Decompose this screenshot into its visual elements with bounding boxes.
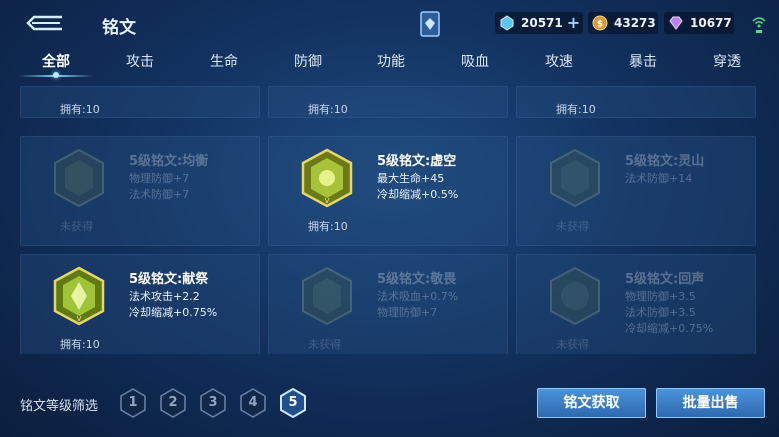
tab-attack-speed[interactable]: 攻速 — [529, 50, 589, 76]
rune-name: 5级铭文:灵山 — [625, 154, 705, 169]
rune-grid[interactable]: 拥有:10 拥有:10 拥有:10 5级铭文:均衡 物理防御+7 法术防御+7 … — [0, 86, 779, 354]
category-tabs: 全部 攻击 生命 防御 功能 吸血 攻速 暴击 穿透 — [0, 50, 779, 80]
owned-count: 拥有:10 — [308, 103, 348, 116]
back-arrow-icon — [26, 15, 62, 31]
rune-attribute: 最大生命+45 — [377, 172, 445, 185]
level-filter-3[interactable]: 3 — [200, 388, 226, 418]
rune-emblem-icon — [550, 266, 600, 326]
rune-card-partial[interactable]: 拥有:10 — [268, 86, 508, 118]
level-filter-4[interactable]: 4 — [240, 388, 266, 418]
rune-emblem-icon — [302, 266, 352, 326]
rune-attribute: 物理防御+7 — [377, 306, 438, 319]
rune-attribute: 冷却缩减+0.75% — [625, 322, 714, 335]
owned-count: 拥有:10 — [308, 220, 348, 233]
gold-currency: $ 43273 — [588, 12, 658, 34]
level-number: 3 — [208, 395, 218, 410]
rune-name: 5级铭文:均衡 — [129, 154, 209, 169]
rune-emblem-icon: V — [301, 148, 353, 208]
tab-penetration[interactable]: 穿透 — [697, 50, 757, 76]
wifi-signal-icon — [751, 14, 767, 34]
gem-currency: 20571 + — [495, 12, 583, 34]
not-obtained-label: 未获得 — [556, 338, 589, 351]
page-title: 铭文 — [102, 18, 136, 38]
rune-name: 5级铭文:献祭 — [129, 272, 209, 287]
top-bar: 铭文 20571 + $ 43273 10677 — [0, 0, 779, 48]
coupon-amount: 10677 — [690, 16, 732, 30]
tab-lifesteal[interactable]: 吸血 — [445, 50, 505, 76]
svg-text:V: V — [77, 315, 82, 323]
tab-utility[interactable]: 功能 — [361, 50, 421, 76]
rune-card-partial[interactable]: 拥有:10 — [20, 86, 260, 118]
gold-amount: 43273 — [614, 16, 656, 30]
rune-attribute: 法术防御+14 — [625, 172, 693, 185]
rune-name: 5级铭文:回声 — [625, 272, 705, 287]
owned-count: 拥有:10 — [60, 338, 100, 351]
gem-icon — [500, 15, 514, 31]
rune-name: 5级铭文:虚空 — [377, 154, 457, 169]
back-button[interactable] — [22, 12, 66, 34]
active-tab-dot — [53, 72, 59, 78]
level-number: 5 — [288, 395, 298, 410]
rune-name: 5级铭文:敬畏 — [377, 272, 457, 287]
rune-card-echo[interactable]: 5级铭文:回声 物理防御+3.5 法术防御+3.5 冷却缩减+0.75% 未获得 — [516, 254, 756, 354]
tab-defense[interactable]: 防御 — [278, 50, 338, 76]
rune-attribute: 物理防御+7 — [129, 172, 190, 185]
rune-card-spirit-mountain[interactable]: 5级铭文:灵山 法术防御+14 未获得 — [516, 136, 756, 246]
not-obtained-label: 未获得 — [308, 338, 341, 351]
rune-emblem-icon — [550, 148, 600, 208]
level-filter-2[interactable]: 2 — [160, 388, 186, 418]
diamond-icon — [669, 16, 683, 30]
rune-card-balance[interactable]: 5级铭文:均衡 物理防御+7 法术防御+7 未获得 — [20, 136, 260, 246]
coupon-currency: 10677 — [664, 12, 734, 34]
svg-text:V: V — [325, 197, 330, 205]
rune-card-awe[interactable]: 5级铭文:敬畏 法术吸血+0.7% 物理防御+7 未获得 — [268, 254, 508, 354]
rune-attribute: 法术吸血+0.7% — [377, 290, 459, 303]
rune-attribute: 法术防御+3.5 — [625, 306, 696, 319]
level-filter-5[interactable]: 5 — [280, 387, 306, 419]
gold-coin-icon: $ — [592, 15, 608, 31]
rune-card-void[interactable]: V 5级铭文:虚空 最大生命+45 冷却缩减+0.5% 拥有:10 — [268, 136, 508, 246]
tab-attack[interactable]: 攻击 — [110, 50, 170, 76]
rune-emblem-icon: V — [53, 266, 105, 326]
owned-count: 拥有:10 — [556, 103, 596, 116]
tab-critical[interactable]: 暴击 — [613, 50, 673, 76]
level-number: 1 — [128, 395, 138, 410]
rune-attribute: 冷却缩减+0.75% — [129, 306, 218, 319]
not-obtained-label: 未获得 — [556, 220, 589, 233]
rune-card-icon[interactable] — [418, 10, 442, 38]
level-number: 4 — [248, 395, 258, 410]
not-obtained-label: 未获得 — [60, 220, 93, 233]
add-gem-button[interactable]: + — [567, 15, 580, 31]
owned-count: 拥有:10 — [60, 103, 100, 116]
rune-card-partial[interactable]: 拥有:10 — [516, 86, 756, 118]
rune-attribute: 物理防御+3.5 — [625, 290, 696, 303]
rune-emblem-icon — [54, 148, 104, 208]
rune-attribute: 法术防御+7 — [129, 188, 190, 201]
level-filter-label: 铭文等级筛选 — [20, 399, 99, 414]
rune-card-sacrifice[interactable]: V 5级铭文:献祭 法术攻击+2.2 冷却缩减+0.75% 拥有:10 — [20, 254, 260, 354]
rune-attribute: 冷却缩减+0.5% — [377, 188, 459, 201]
level-filter-1[interactable]: 1 — [120, 388, 146, 418]
svg-text:$: $ — [597, 20, 603, 30]
tab-health[interactable]: 生命 — [194, 50, 254, 76]
gem-amount: 20571 — [521, 16, 563, 30]
level-number: 2 — [168, 395, 178, 410]
rune-attribute: 法术攻击+2.2 — [129, 290, 200, 303]
bulk-sell-button[interactable]: 批量出售 — [656, 388, 765, 418]
get-rune-button[interactable]: 铭文获取 — [537, 388, 646, 418]
